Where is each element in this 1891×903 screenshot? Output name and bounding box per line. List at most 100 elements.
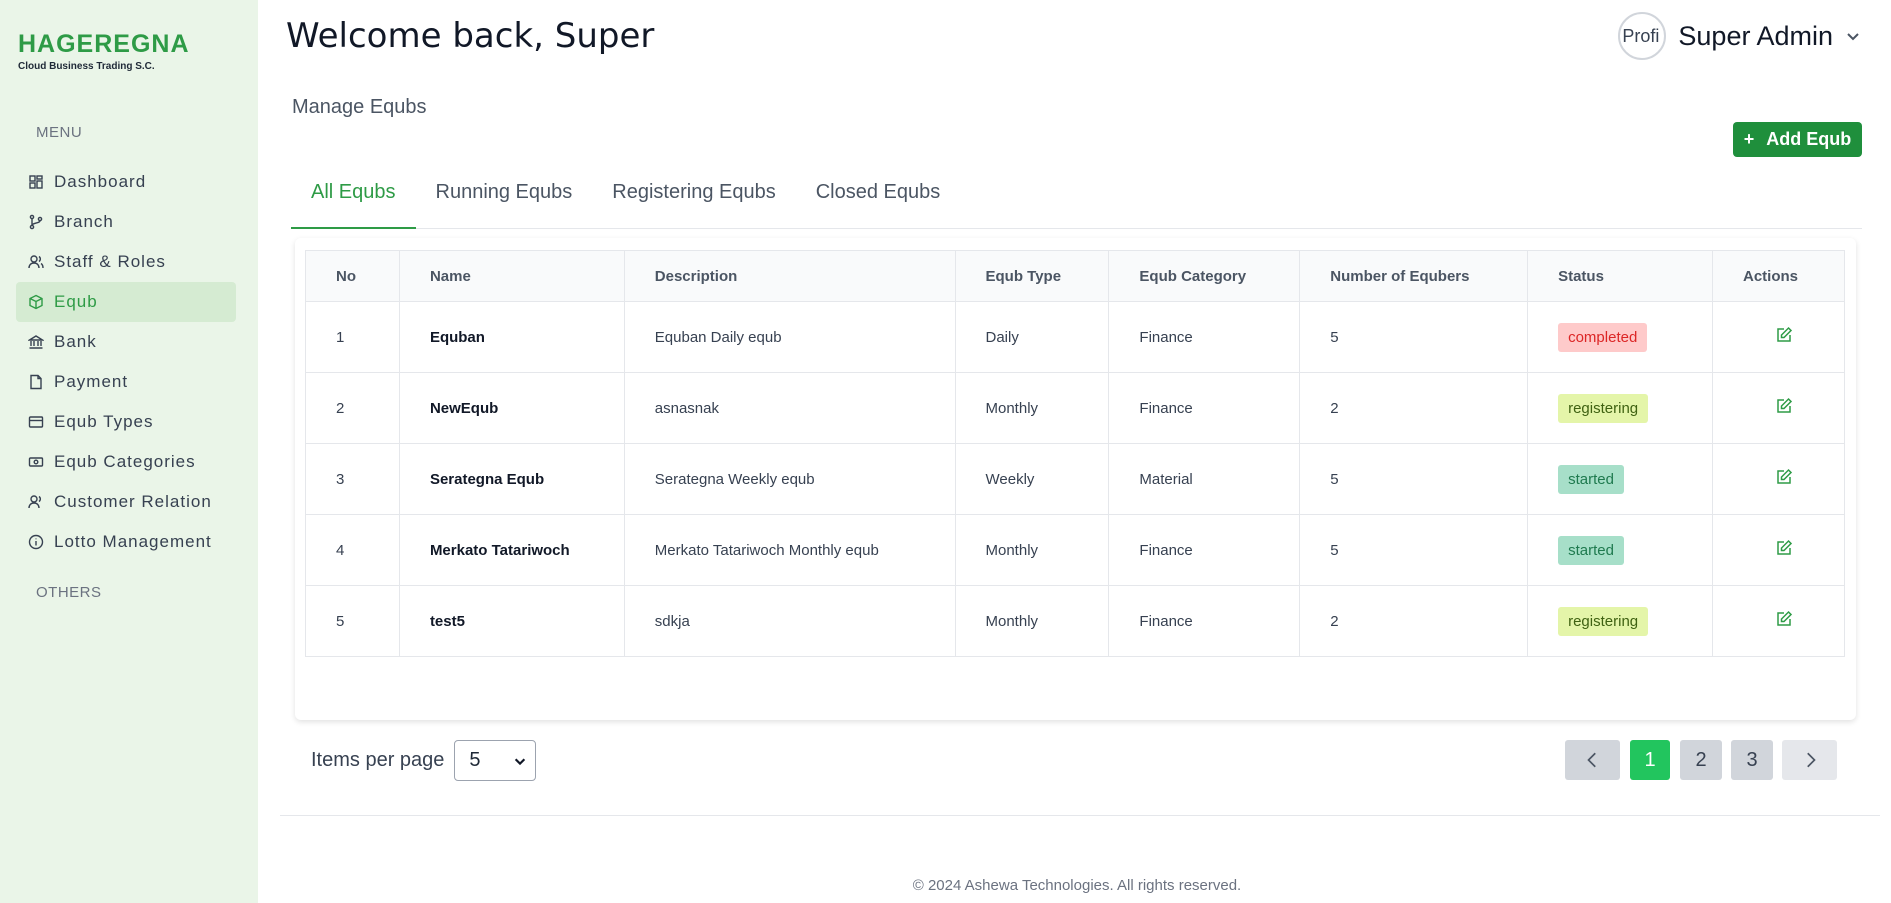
row-count: 2 bbox=[1299, 372, 1529, 444]
sidebar-item-customer-relation[interactable]: Customer Relation bbox=[16, 482, 236, 522]
bank-icon bbox=[28, 334, 44, 350]
row-name: Equban bbox=[398, 301, 625, 373]
items-per-page-select[interactable]: 5 bbox=[454, 740, 537, 781]
page-button-1[interactable]: 1 bbox=[1630, 740, 1670, 780]
sidebar-item-bank[interactable]: Bank bbox=[16, 322, 236, 362]
row-description: sdkja bbox=[623, 585, 956, 657]
sidebar-item-payment[interactable]: Payment bbox=[16, 362, 236, 402]
welcome-heading: Welcome back, Super bbox=[286, 16, 655, 56]
sidebar-item-equb-types[interactable]: Equb Types bbox=[16, 402, 236, 442]
chevron-right-icon bbox=[1806, 752, 1816, 768]
row-name: NewEqub bbox=[398, 372, 625, 444]
avatar[interactable]: Profi bbox=[1618, 12, 1667, 60]
column-header[interactable]: Description bbox=[623, 250, 956, 302]
add-equb-button[interactable]: + Add Equb bbox=[1733, 122, 1862, 157]
row-no: 5 bbox=[305, 585, 400, 657]
tab-registering-equbs[interactable]: Registering Equbs bbox=[592, 174, 795, 229]
edit-icon[interactable] bbox=[1775, 468, 1793, 486]
page-button-2[interactable]: 2 bbox=[1680, 740, 1722, 780]
status-badge: completed bbox=[1558, 322, 1648, 352]
next-page-button[interactable] bbox=[1782, 740, 1837, 780]
column-header[interactable]: Number of Equbers bbox=[1299, 250, 1529, 302]
column-header: Actions bbox=[1712, 250, 1845, 302]
tab-closed-equbs[interactable]: Closed Equbs bbox=[796, 174, 961, 229]
row-category: Finance bbox=[1108, 514, 1301, 586]
info-icon bbox=[28, 534, 44, 550]
chevron-left-icon bbox=[1586, 752, 1596, 768]
row-status: registering bbox=[1527, 372, 1713, 444]
others-heading: OTHERS bbox=[36, 584, 102, 601]
edit-icon[interactable] bbox=[1775, 397, 1793, 415]
row-category: Finance bbox=[1108, 301, 1301, 373]
items-per-page: Items per page 5 bbox=[311, 740, 537, 781]
row-description: asnasnak bbox=[623, 372, 956, 444]
edit-icon[interactable] bbox=[1775, 610, 1793, 628]
table-header-row: No Name Description Equb Type Equb Categ… bbox=[305, 250, 1845, 302]
prev-page-button[interactable] bbox=[1565, 740, 1620, 780]
footer-copyright: © 2024 Ashewa Technologies. All rights r… bbox=[912, 877, 1242, 894]
money-icon bbox=[28, 454, 44, 470]
sidebar-item-lotto-management[interactable]: Lotto Management bbox=[16, 522, 236, 562]
items-per-page-value: 5 bbox=[469, 749, 481, 771]
edit-icon[interactable] bbox=[1775, 539, 1793, 557]
users-icon bbox=[28, 254, 44, 270]
row-category: Material bbox=[1108, 443, 1301, 515]
table-row[interactable]: 4 Merkato Tatariwoch Merkato Tatariwoch … bbox=[305, 514, 1845, 586]
brand-logo[interactable]: HAGEREGNA Cloud Business Trading S.C. bbox=[18, 30, 190, 72]
column-header[interactable]: Equb Type bbox=[954, 250, 1110, 302]
row-name: test5 bbox=[398, 585, 625, 657]
sidebar-item-equb-categories[interactable]: Equb Categories bbox=[16, 442, 236, 482]
sidebar-item-label: Equb Categories bbox=[54, 452, 196, 471]
table-row[interactable]: 2 NewEqub asnasnak Monthly Finance 2 reg… bbox=[305, 372, 1845, 444]
branch-icon bbox=[28, 214, 44, 230]
row-type: Daily bbox=[954, 301, 1110, 373]
row-no: 1 bbox=[305, 301, 400, 373]
brand-tagline: Cloud Business Trading S.C. bbox=[18, 61, 155, 72]
row-no: 3 bbox=[305, 443, 400, 515]
column-header[interactable]: Status bbox=[1527, 250, 1713, 302]
sidebar-item-staff-roles[interactable]: Staff & Roles bbox=[16, 242, 236, 282]
card-icon bbox=[28, 414, 44, 430]
row-no: 4 bbox=[305, 514, 400, 586]
row-count: 5 bbox=[1299, 301, 1529, 373]
row-description: Serategna Weekly equb bbox=[623, 443, 956, 515]
page-button-3[interactable]: 3 bbox=[1731, 740, 1773, 780]
document-icon bbox=[28, 374, 44, 390]
sidebar-item-equb[interactable]: Equb bbox=[16, 282, 236, 322]
column-header[interactable]: No bbox=[305, 250, 400, 302]
row-count: 5 bbox=[1299, 443, 1529, 515]
content-divider bbox=[280, 815, 1880, 816]
pagination: 1 2 3 bbox=[1565, 740, 1837, 780]
sidebar-item-label: Equb bbox=[54, 292, 98, 311]
sidebar-item-branch[interactable]: Branch bbox=[16, 202, 236, 242]
row-status: started bbox=[1527, 443, 1713, 515]
status-badge: registering bbox=[1558, 393, 1649, 423]
row-type: Monthly bbox=[954, 514, 1110, 586]
row-name: Merkato Tatariwoch bbox=[398, 514, 625, 586]
chevron-down-icon[interactable] bbox=[1845, 28, 1861, 44]
row-no: 2 bbox=[305, 372, 400, 444]
edit-icon[interactable] bbox=[1775, 326, 1793, 344]
status-badge: started bbox=[1558, 535, 1624, 565]
row-category: Finance bbox=[1108, 585, 1301, 657]
brand-name: HAGEREGNA bbox=[18, 30, 190, 58]
row-description: Equban Daily equb bbox=[623, 301, 956, 373]
row-actions bbox=[1712, 443, 1845, 515]
chevron-down-icon bbox=[515, 757, 526, 765]
sidebar: HAGEREGNA Cloud Business Trading S.C. ME… bbox=[0, 0, 258, 903]
column-header[interactable]: Equb Category bbox=[1108, 250, 1301, 302]
sidebar-menu: Dashboard Branch Staff & Roles Equb Bank bbox=[16, 162, 236, 562]
table-row[interactable]: 5 test5 sdkja Monthly Finance 2 register… bbox=[305, 585, 1845, 657]
equb-tabs: All Equbs Running Equbs Registering Equb… bbox=[291, 174, 1862, 229]
tab-running-equbs[interactable]: Running Equbs bbox=[416, 174, 593, 229]
user-icon bbox=[28, 494, 44, 510]
tab-all-equbs[interactable]: All Equbs bbox=[291, 174, 416, 229]
row-count: 2 bbox=[1299, 585, 1529, 657]
sidebar-item-dashboard[interactable]: Dashboard bbox=[16, 162, 236, 202]
column-header[interactable]: Name bbox=[398, 250, 625, 302]
table-row[interactable]: 3 Serategna Equb Serategna Weekly equb W… bbox=[305, 443, 1845, 515]
table-row[interactable]: 1 Equban Equban Daily equb Daily Finance… bbox=[305, 301, 1845, 373]
row-status: registering bbox=[1527, 585, 1713, 657]
profile-menu[interactable]: Profi Super Admin bbox=[1618, 12, 1861, 60]
profile-name[interactable]: Super Admin bbox=[1678, 21, 1833, 52]
